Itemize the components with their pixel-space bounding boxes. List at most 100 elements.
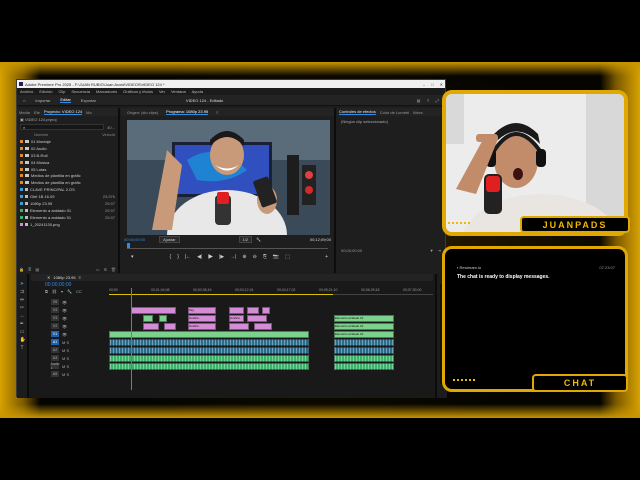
workspace-icon[interactable]: ▤ xyxy=(417,98,421,103)
quick-export-icon[interactable]: ⇪ xyxy=(426,98,429,103)
project-bin-item[interactable]: 1080p 23.95 29,97 xyxy=(17,200,118,207)
tab-mixer[interactable]: Mezc xyxy=(413,110,423,115)
mute-solo-icon[interactable]: M S xyxy=(62,348,69,353)
video-clip[interactable] xyxy=(247,315,267,322)
timeline-playhead[interactable] xyxy=(131,288,132,390)
menu-archivo[interactable]: Archivo xyxy=(20,89,33,94)
overwrite-button[interactable]: ⊖ xyxy=(253,254,257,260)
trash-icon[interactable]: 🗑 xyxy=(111,267,116,272)
marker-icon[interactable]: ▾ xyxy=(61,289,63,294)
audio-clip[interactable] xyxy=(109,339,309,346)
playhead[interactable] xyxy=(127,243,130,248)
maximize-button[interactable]: □ xyxy=(431,82,433,87)
tab-project[interactable]: Proyecto: VIDEO 124 xyxy=(43,109,83,115)
snap-icon[interactable]: ⧉ xyxy=(45,289,48,294)
audio-clip[interactable] xyxy=(109,347,309,354)
work-area-bar[interactable] xyxy=(109,294,333,295)
track-label[interactable]: A1 xyxy=(51,339,59,345)
pen-tool-icon[interactable]: ✒ xyxy=(20,322,25,327)
track-label[interactable]: V4 xyxy=(51,307,59,313)
mute-solo-icon[interactable]: M S xyxy=(62,340,69,345)
video-clip[interactable]: Elemento anidado 01 xyxy=(334,315,394,322)
video-clip[interactable] xyxy=(143,323,159,330)
fullscreen-icon[interactable]: ⤢ xyxy=(436,98,439,103)
step-forward-button[interactable]: |▶ xyxy=(219,254,224,260)
eye-icon[interactable]: 👁 xyxy=(62,316,67,321)
minimize-button[interactable]: – xyxy=(423,82,425,87)
video-clip[interactable] xyxy=(254,323,272,330)
tab-effects[interactable]: Efe xyxy=(34,110,40,115)
quality-dropdown[interactable]: 1/2 xyxy=(238,236,253,243)
captions-icon[interactable]: CC xyxy=(76,289,82,294)
export-icon[interactable]: ⇥ xyxy=(438,248,441,253)
video-clip[interactable] xyxy=(131,307,176,314)
tab-more[interactable]: Mo xyxy=(86,110,92,115)
project-bin-item[interactable]: 05 Lutas xyxy=(17,166,118,173)
tab-effect-controls[interactable]: Controles de efectos xyxy=(339,109,376,115)
project-bin-item[interactable]: 04 Música xyxy=(17,159,118,166)
monitor-menu-icon[interactable]: ≡ xyxy=(216,110,218,115)
track-label[interactable]: A3 xyxy=(51,355,59,361)
video-clip[interactable]: Grafica xyxy=(188,315,216,322)
rectangle-tool-icon[interactable]: ▭ xyxy=(20,330,25,335)
audio-clip[interactable] xyxy=(334,363,394,370)
video-clip[interactable]: Grafica xyxy=(229,315,244,322)
eye-icon[interactable]: 👁 xyxy=(62,300,67,305)
compare-button[interactable]: ⬚ xyxy=(285,254,290,260)
audio-clip[interactable] xyxy=(334,355,394,362)
project-bin-item[interactable]: 02 Audio xyxy=(17,145,118,152)
menu-ver[interactable]: Ver xyxy=(159,89,165,94)
go-to-out-button[interactable]: →| xyxy=(230,254,236,260)
project-bin-item[interactable]: 01 Montaje xyxy=(17,138,118,145)
lock-icon[interactable]: 🔒 xyxy=(19,267,24,272)
track-label[interactable]: V3 xyxy=(51,315,59,321)
wrench-icon[interactable]: 🔧 xyxy=(67,289,72,294)
menu-clip[interactable]: Clip xyxy=(58,89,65,94)
project-bin-item[interactable]: Medios de plantilla en gráfic xyxy=(17,179,118,186)
tab-lumetri[interactable]: Color de Lumetri xyxy=(380,110,410,115)
audio-clip[interactable] xyxy=(109,363,309,370)
project-bin-item[interactable]: 03 B-Roll xyxy=(17,152,118,159)
video-clip[interactable] xyxy=(229,323,249,330)
video-clip[interactable]: Elemento anidado 01 xyxy=(334,323,394,330)
project-bin-item[interactable]: 1_20241130.png xyxy=(17,221,118,228)
type-tool-icon[interactable]: T xyxy=(20,346,25,351)
project-bin-item[interactable]: Elemento a anidado 01 29,97 xyxy=(17,207,118,214)
selection-tool-icon[interactable]: ➤ xyxy=(20,282,25,287)
current-timecode[interactable]: 00;00;00;00 xyxy=(124,237,145,242)
mute-solo-icon[interactable]: M S xyxy=(62,356,69,361)
mark-out-button[interactable]: } xyxy=(177,254,179,260)
menu-ventana[interactable]: Ventana xyxy=(171,89,186,94)
close-button[interactable]: ✕ xyxy=(440,82,443,87)
video-clip[interactable] xyxy=(262,307,270,314)
video-clip[interactable] xyxy=(159,315,167,322)
export-frame-button[interactable]: ⎘ xyxy=(263,254,267,260)
video-clip[interactable]: Tag xyxy=(188,307,216,314)
tab-exportar[interactable]: Exportar xyxy=(81,98,96,103)
play-button[interactable]: ▶ xyxy=(208,253,213,260)
video-clip[interactable]: Elemento anidado 01 xyxy=(334,331,394,338)
tab-importar[interactable]: Importar xyxy=(35,98,50,103)
track-lanes[interactable]: Tag Grafica Grafica Elemento anidado 01 Graf… xyxy=(109,298,433,390)
hand-tool-icon[interactable]: ✋ xyxy=(20,338,26,343)
icon-view-icon[interactable]: ▦ xyxy=(35,267,39,272)
camera-icon[interactable]: 📷 xyxy=(273,254,279,260)
menu-graficos[interactable]: Gráficos y títulos xyxy=(123,89,153,94)
tab-media[interactable]: Media xyxy=(19,110,30,115)
menu-ayuda[interactable]: Ayuda xyxy=(192,89,203,94)
project-bin-item[interactable]: Glef 1B.16.09 23,976 xyxy=(17,193,118,200)
eye-icon[interactable]: 👁 xyxy=(62,324,67,329)
eye-icon[interactable]: 👁 xyxy=(62,332,67,337)
home-icon[interactable]: ⌂ xyxy=(23,98,25,103)
monitor-scrubber[interactable] xyxy=(127,243,328,249)
track-select-icon[interactable]: ⇉ xyxy=(20,290,25,295)
video-clip[interactable] xyxy=(229,307,244,314)
timeline-timecode[interactable]: 00;00;00;00 xyxy=(45,282,71,288)
new-bin-icon[interactable]: ▭ xyxy=(96,267,100,272)
project-bin-item[interactable]: Elemento a anidado 01 29,97 xyxy=(17,214,118,221)
col-rate[interactable]: Velocid xyxy=(102,132,115,137)
video-clip[interactable] xyxy=(247,307,259,314)
close-sequence-icon[interactable]: ✕ xyxy=(47,275,50,280)
track-label[interactable]: A5 xyxy=(51,371,59,377)
col-name[interactable]: Nombre xyxy=(20,132,100,137)
